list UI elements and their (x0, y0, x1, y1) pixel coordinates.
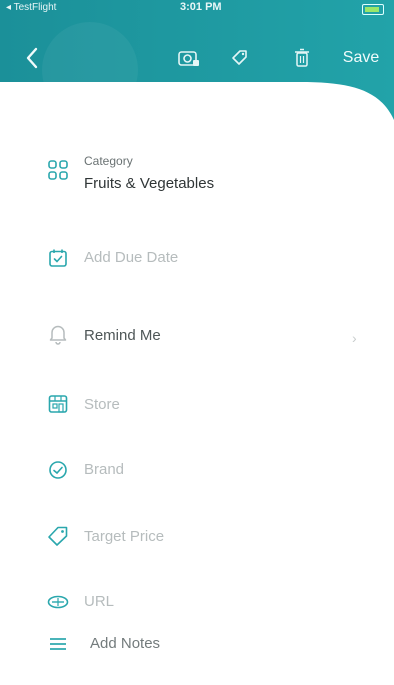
calendar-check-icon (46, 246, 70, 270)
status-bar: ◂ TestFlight 3:01 PM (0, 0, 394, 16)
notes-label: Add Notes (90, 635, 161, 652)
back-button[interactable] (20, 40, 44, 76)
camera-icon (178, 51, 199, 66)
chevron-left-icon (26, 47, 38, 69)
due-date-row[interactable]: Add Due Date (0, 232, 394, 292)
tag-icon (232, 50, 247, 65)
notes-row[interactable]: Add Notes (0, 624, 394, 684)
chevron-right-icon: › (352, 330, 357, 346)
url-label: URL (84, 593, 115, 610)
save-button[interactable]: Save (336, 40, 386, 76)
app-header: ◂ TestFlight 3:01 PM Save (0, 0, 394, 120)
price-tag-icon (46, 524, 70, 548)
brand-row[interactable]: Brand (0, 442, 394, 502)
remind-me-label: Remind Me (84, 327, 161, 344)
status-time: 3:01 PM (180, 1, 222, 13)
category-caption: Category (84, 154, 133, 168)
trash-icon (295, 48, 309, 67)
target-price-row[interactable]: Target Price (0, 508, 394, 568)
link-icon (46, 590, 70, 614)
tag-button[interactable] (226, 40, 254, 76)
due-date-label: Add Due Date (84, 249, 179, 266)
store-row[interactable]: Store (0, 378, 394, 438)
store-icon (46, 392, 70, 416)
menu-lines-icon (46, 632, 70, 656)
remind-me-row[interactable]: Remind Me › (0, 308, 394, 368)
category-row[interactable]: Category Fruits & Vegetables (0, 148, 394, 208)
target-price-label: Target Price (84, 528, 165, 545)
camera-button[interactable] (174, 40, 204, 76)
battery-icon (362, 4, 384, 15)
badge-check-icon (46, 458, 70, 482)
store-label: Store (84, 396, 120, 413)
grid-icon (46, 158, 70, 182)
carrier-label: ◂ TestFlight (6, 2, 57, 13)
toolbar: Save (0, 40, 394, 80)
bell-icon (46, 322, 70, 346)
delete-button[interactable] (290, 40, 314, 76)
category-value: Fruits & Vegetables (84, 175, 215, 192)
brand-label: Brand (84, 461, 125, 478)
